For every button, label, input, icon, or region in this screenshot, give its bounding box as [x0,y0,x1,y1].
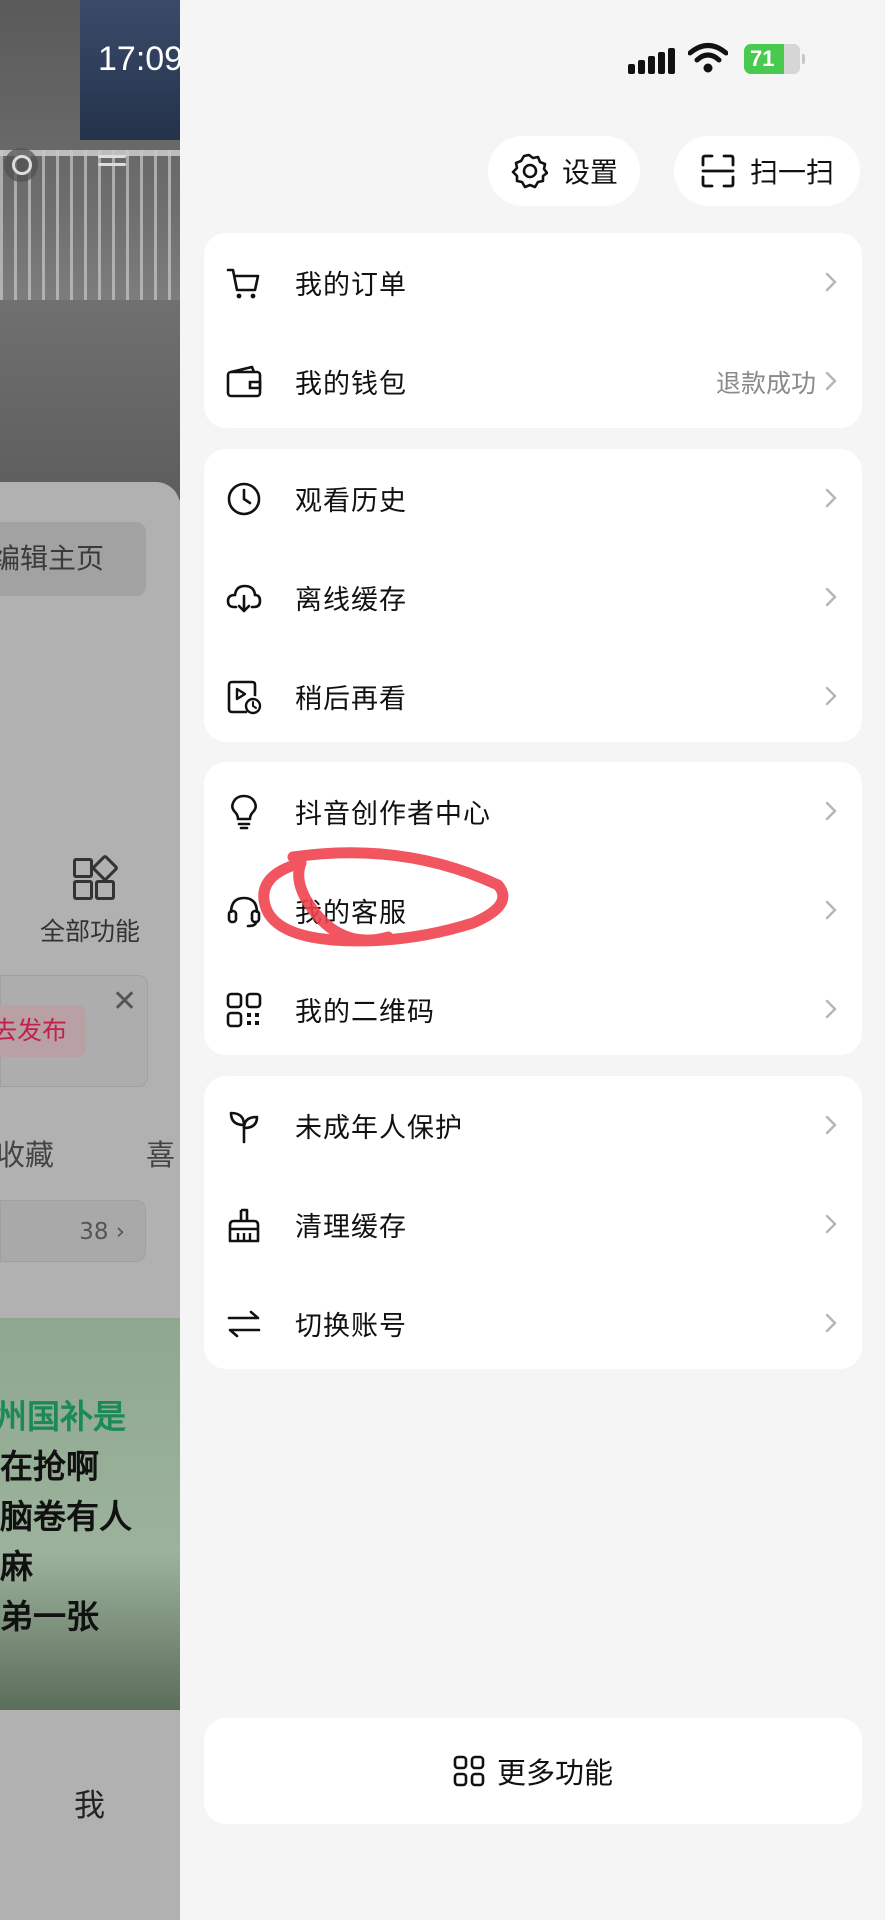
chevron-right-icon [820,1213,842,1235]
gear-icon [511,153,548,189]
watch-later-icon [226,679,262,715]
menu-item-customer-service[interactable]: 我的客服 [204,861,862,960]
wifi-icon [688,43,728,73]
scan-icon [701,154,735,188]
more-features-button[interactable]: 更多功能 [204,1718,862,1824]
menu-item-clear-cache[interactable]: 清理缓存 [204,1175,862,1274]
menu-item-label: 我的客服 [295,898,407,929]
chevron-right-icon [820,800,842,822]
menu-item-label: 离线缓存 [295,585,407,616]
chevron-right-icon [820,685,842,707]
status-time: 17:09 [98,40,180,78]
tab-likes: 喜 [146,1138,176,1172]
menu-item-orders[interactable]: 我的订单 [204,233,862,332]
cart-icon [226,265,262,301]
scan-button[interactable]: 扫一扫 [674,136,860,206]
menu-group-services: 抖音创作者中心 我的客服 我的二维码 [204,762,862,1055]
collection-count: 38 › [0,1200,146,1262]
thumbnail-caption: 州国补是 在抢啊 脑卷有人 麻 弟一张 [0,1397,132,1636]
status-bar: 71 [180,40,885,84]
chevron-right-icon [820,586,842,608]
menu-group-content: 观看历史 离线缓存 稍后再看 [204,449,862,742]
menu-icon [98,150,126,171]
menu-item-qr-code[interactable]: 我的二维码 [204,960,862,1059]
menu-item-watch-history[interactable]: 观看历史 [204,449,862,548]
qr-code-icon [226,992,262,1028]
close-icon: ✕ [112,984,138,1019]
tab-favorites: 收藏 [0,1138,55,1172]
menu-item-label: 抖音创作者中心 [295,799,491,830]
sprout-icon [226,1108,262,1144]
search-icon [4,148,38,182]
settings-button[interactable]: 设置 [488,136,640,206]
chevron-right-icon [820,271,842,293]
lightbulb-icon [226,794,262,830]
menu-item-label: 清理缓存 [295,1212,407,1243]
background-profile-page: 17:09 编辑主页 全部功能 去发布 ✕ 收藏 喜 38 › 州国补是 在抢啊… [0,0,180,1920]
chevron-right-icon [820,1114,842,1136]
menu-item-label: 切换账号 [295,1311,407,1342]
menu-item-wallet[interactable]: 我的钱包 退款成功 [204,332,862,431]
grid-icon [73,853,120,900]
menu-item-offline-cache[interactable]: 离线缓存 [204,548,862,647]
menu-group-account: 未成年人保护 清理缓存 切换账号 [204,1076,862,1369]
side-drawer: 71 设置 扫一扫 我的订单 我的钱包 退款成功 观看历史 离线缓存 稍后再看 … [180,0,885,1920]
chevron-right-icon [820,899,842,921]
more-features-label: 更多功能 [496,1756,613,1790]
menu-group-commerce: 我的订单 我的钱包 退款成功 [204,233,862,428]
menu-item-creator-center[interactable]: 抖音创作者中心 [204,762,862,861]
settings-label: 设置 [561,156,618,189]
headset-icon [226,893,262,929]
signal-icon [628,48,678,74]
bottom-tab-me: 我 [74,1788,105,1824]
menu-item-label: 观看历史 [295,486,407,517]
menu-item-label: 我的钱包 [295,369,407,400]
clock-icon [226,481,262,517]
menu-item-label: 我的二维码 [295,997,435,1028]
chevron-right-icon [820,487,842,509]
switch-arrows-icon [226,1306,262,1342]
edit-profile-button: 编辑主页 [0,522,146,596]
menu-item-watch-later[interactable]: 稍后再看 [204,647,862,746]
menu-item-label: 我的订单 [295,270,407,301]
publish-button: 去发布 [0,1005,86,1057]
wallet-status: 退款成功 [715,368,816,398]
all-features-label: 全部功能 [40,917,141,946]
chevron-right-icon [820,998,842,1020]
menu-item-label: 未成年人保护 [295,1113,463,1144]
battery-icon: 71 [744,44,805,74]
grid-icon [453,1755,485,1787]
cloud-download-icon [226,580,262,616]
scan-label: 扫一扫 [749,156,834,189]
chevron-right-icon [820,370,842,392]
wallet-icon [226,364,262,400]
menu-item-minor-protection[interactable]: 未成年人保护 [204,1076,862,1175]
broom-icon [226,1207,262,1243]
menu-item-switch-account[interactable]: 切换账号 [204,1274,862,1373]
menu-item-label: 稍后再看 [295,684,407,715]
chevron-right-icon [820,1312,842,1334]
